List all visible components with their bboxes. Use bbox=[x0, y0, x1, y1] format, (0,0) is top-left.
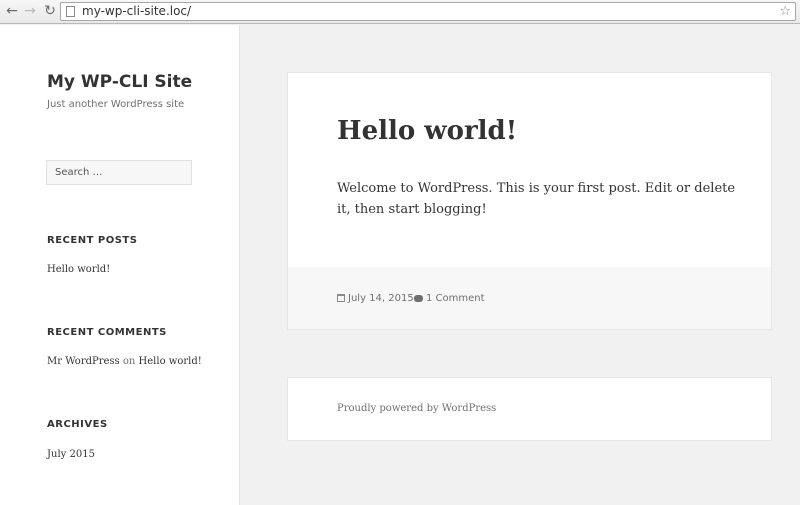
page-icon bbox=[66, 6, 75, 17]
post-date-text: July 14, 2015 bbox=[348, 293, 414, 304]
search-input[interactable]: Search … bbox=[46, 160, 192, 185]
site-description: Just another WordPress site bbox=[47, 99, 185, 110]
forward-arrow-icon[interactable]: → bbox=[22, 3, 38, 19]
recent-post-link[interactable]: Hello world! bbox=[47, 264, 110, 275]
post-body: Welcome to WordPress. This is your first… bbox=[337, 181, 736, 217]
recent-comment-item: Mr WordPress on Hello world! bbox=[47, 356, 202, 367]
reload-icon[interactable]: ↻ bbox=[42, 3, 58, 19]
post-comments-text: 1 Comment bbox=[426, 293, 485, 304]
post-meta: July 14, 2015 1 Comment bbox=[288, 267, 771, 329]
comment-connector: on bbox=[122, 356, 136, 367]
back-arrow-icon[interactable]: ← bbox=[4, 3, 20, 19]
recent-comments-heading: Recent Comments bbox=[47, 327, 167, 338]
site-footer: Proudly powered by WordPress bbox=[287, 377, 772, 441]
main-content: Hello world! Welcome to WordPress. This … bbox=[241, 25, 800, 505]
post-card: Hello world! Welcome to WordPress. This … bbox=[287, 72, 772, 330]
archives-heading: Archives bbox=[47, 419, 108, 430]
site-title[interactable]: My WP-CLI Site bbox=[47, 72, 192, 92]
sidebar: My WP-CLI Site Just another WordPress si… bbox=[0, 25, 240, 505]
powered-by-link[interactable]: Proudly powered by WordPress bbox=[337, 403, 496, 414]
post-comments[interactable]: 1 Comment bbox=[414, 293, 485, 305]
browser-toolbar: ← → ↻ my-wp-cli-site.loc/ ☆ bbox=[0, 0, 800, 24]
comment-post-link[interactable]: Hello world! bbox=[139, 356, 202, 367]
archive-link[interactable]: July 2015 bbox=[47, 449, 95, 460]
url-text[interactable]: my-wp-cli-site.loc/ bbox=[82, 4, 191, 19]
calendar-icon bbox=[337, 294, 345, 302]
post-title[interactable]: Hello world! bbox=[337, 116, 517, 146]
address-bar[interactable]: my-wp-cli-site.loc/ ☆ bbox=[60, 2, 796, 21]
recent-posts-heading: Recent Posts bbox=[47, 235, 138, 246]
star-icon[interactable]: ☆ bbox=[779, 3, 791, 20]
comment-author-link[interactable]: Mr WordPress bbox=[47, 356, 120, 367]
comment-icon bbox=[414, 295, 423, 302]
post-date[interactable]: July 14, 2015 bbox=[337, 293, 414, 305]
